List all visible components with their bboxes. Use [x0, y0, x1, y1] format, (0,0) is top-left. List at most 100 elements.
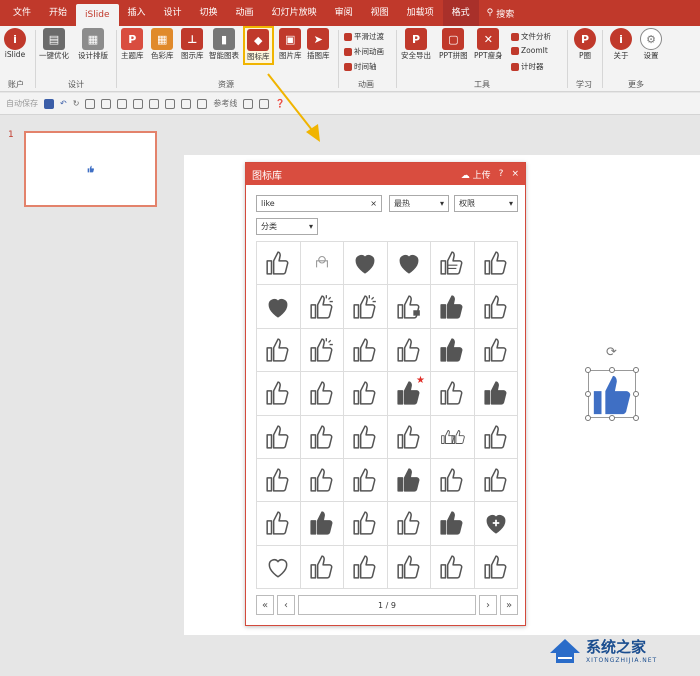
- icon-cell[interactable]: [257, 328, 301, 373]
- about-button[interactable]: i 关于: [610, 28, 632, 61]
- align-icon[interactable]: [117, 98, 128, 109]
- undo-icon[interactable]: ↶: [60, 99, 67, 108]
- safe-export-button[interactable]: P 安全导出: [401, 28, 431, 61]
- resize-handle[interactable]: [609, 367, 615, 373]
- resize-handle[interactable]: [585, 415, 591, 421]
- category-select[interactable]: 分类 ▾: [256, 218, 318, 235]
- icon-cell[interactable]: [431, 502, 475, 546]
- p-circle-button[interactable]: P P圈: [574, 28, 596, 61]
- icon-cell[interactable]: [257, 242, 301, 286]
- icon-cell[interactable]: [431, 372, 475, 416]
- theme-library-button[interactable]: P 主题库: [121, 28, 144, 61]
- tab-11[interactable]: 格式: [442, 0, 479, 26]
- favorite-star-icon[interactable]: ★: [416, 375, 425, 386]
- tab-1[interactable]: 开始: [40, 0, 76, 26]
- icon-cell[interactable]: [300, 328, 344, 373]
- first-page-button[interactable]: «: [256, 595, 274, 615]
- icon-cell[interactable]: [300, 372, 344, 416]
- ppt-stitch-button[interactable]: ▢ PPT拼图: [439, 28, 468, 61]
- tab-6[interactable]: 动画: [227, 0, 263, 26]
- icon-cell[interactable]: [300, 242, 344, 286]
- icon-cell[interactable]: [431, 242, 475, 286]
- next-page-button[interactable]: ›: [479, 595, 497, 615]
- icon-cell[interactable]: [474, 242, 518, 286]
- tab-3[interactable]: 插入: [119, 0, 155, 26]
- tab-8[interactable]: 审阅: [326, 0, 362, 26]
- icon-cell[interactable]: [431, 458, 475, 503]
- icon-cell[interactable]: [344, 285, 388, 329]
- tab-4[interactable]: 设计: [155, 0, 191, 26]
- icon-cell[interactable]: [257, 285, 301, 329]
- icon-cell[interactable]: [474, 545, 518, 589]
- help-button[interactable]: ?: [499, 169, 504, 179]
- resize-handle[interactable]: [609, 415, 615, 421]
- icon-cell[interactable]: [344, 415, 388, 459]
- save-icon[interactable]: [44, 98, 54, 109]
- settings-button[interactable]: ⚙ 设置: [640, 28, 662, 61]
- icon-cell[interactable]: [344, 502, 388, 546]
- icon-cell[interactable]: [431, 285, 475, 329]
- tab-0[interactable]: 文件: [4, 0, 40, 26]
- picture-library-button[interactable]: ▣ 图片库: [279, 28, 302, 61]
- icon-cell[interactable]: [474, 458, 518, 503]
- resize-handle[interactable]: [633, 415, 639, 421]
- redo-icon[interactable]: ↻: [73, 99, 80, 108]
- icon-cell[interactable]: [387, 285, 431, 329]
- rotate-handle-icon[interactable]: ⟳: [606, 345, 617, 360]
- icon-cell[interactable]: [257, 502, 301, 546]
- distribute-icon[interactable]: [181, 98, 192, 109]
- icon-cell[interactable]: [300, 458, 344, 503]
- resize-handle[interactable]: [633, 391, 639, 397]
- icon-cell[interactable]: [474, 285, 518, 329]
- icon-cell[interactable]: [387, 502, 431, 546]
- last-page-button[interactable]: »: [500, 595, 518, 615]
- timeline-button[interactable]: 时间轴: [344, 61, 377, 72]
- icon-cell[interactable]: [431, 328, 475, 373]
- icon-cell[interactable]: [387, 328, 431, 373]
- tab-2[interactable]: iSlide: [76, 4, 119, 26]
- shape-icon[interactable]: [101, 98, 112, 109]
- icon-cell[interactable]: [387, 458, 431, 503]
- resize-handle[interactable]: [585, 367, 591, 373]
- icon-cell[interactable]: [257, 372, 301, 416]
- prev-page-button[interactable]: ‹: [277, 595, 295, 615]
- icon-cell[interactable]: [387, 415, 431, 459]
- icon-cell[interactable]: [300, 415, 344, 459]
- new-slide-icon[interactable]: [85, 98, 96, 109]
- crop-icon[interactable]: [165, 98, 176, 109]
- one-click-optimize-button[interactable]: ▤ 一键优化: [39, 28, 69, 61]
- color-library-button[interactable]: ▦ 色彩库: [151, 28, 174, 61]
- tell-me-search[interactable]: ⚲ 搜索: [487, 7, 515, 20]
- icon-cell[interactable]: [300, 502, 344, 546]
- icon-cell[interactable]: [300, 285, 344, 329]
- tab-7[interactable]: 幻灯片放映: [263, 0, 326, 26]
- icon-cell[interactable]: ★: [387, 372, 431, 416]
- icon-library-button[interactable]: ◆ 图标库: [243, 26, 274, 65]
- file-analysis-button[interactable]: 文件分析: [511, 31, 551, 42]
- fill-icon[interactable]: [243, 98, 254, 109]
- resize-handle[interactable]: [633, 367, 639, 373]
- icon-cell[interactable]: [257, 415, 301, 459]
- smart-chart-button[interactable]: ▮ 智能图表: [209, 28, 239, 61]
- icon-cell[interactable]: [387, 242, 431, 286]
- sort-select[interactable]: 最热 ▾: [389, 195, 449, 212]
- group-icon[interactable]: [133, 98, 144, 109]
- icon-cell[interactable]: [387, 545, 431, 589]
- zoomit-button[interactable]: ZoomIt: [511, 46, 548, 55]
- tab-9[interactable]: 视图: [362, 0, 398, 26]
- upload-button[interactable]: ☁ 上传: [461, 168, 491, 181]
- icon-cell[interactable]: [344, 458, 388, 503]
- design-layout-button[interactable]: ▦ 设计排版: [78, 28, 108, 61]
- close-button[interactable]: ×: [511, 169, 519, 179]
- clear-icon[interactable]: ×: [370, 199, 377, 208]
- slide-thumbnail[interactable]: [24, 131, 157, 207]
- diagram-library-button[interactable]: ⊥ 图示库: [181, 28, 204, 61]
- tween-animation-button[interactable]: 补间动画: [344, 46, 384, 57]
- icon-cell[interactable]: [257, 458, 301, 503]
- rights-select[interactable]: 权限 ▾: [454, 195, 518, 212]
- icon-cell[interactable]: [257, 545, 301, 589]
- ppt-slim-button[interactable]: ✕ PPT瘦身: [474, 28, 503, 61]
- icon-cell[interactable]: [300, 545, 344, 589]
- illustration-library-button[interactable]: ➤ 插图库: [307, 28, 330, 61]
- icon-cell[interactable]: [344, 545, 388, 589]
